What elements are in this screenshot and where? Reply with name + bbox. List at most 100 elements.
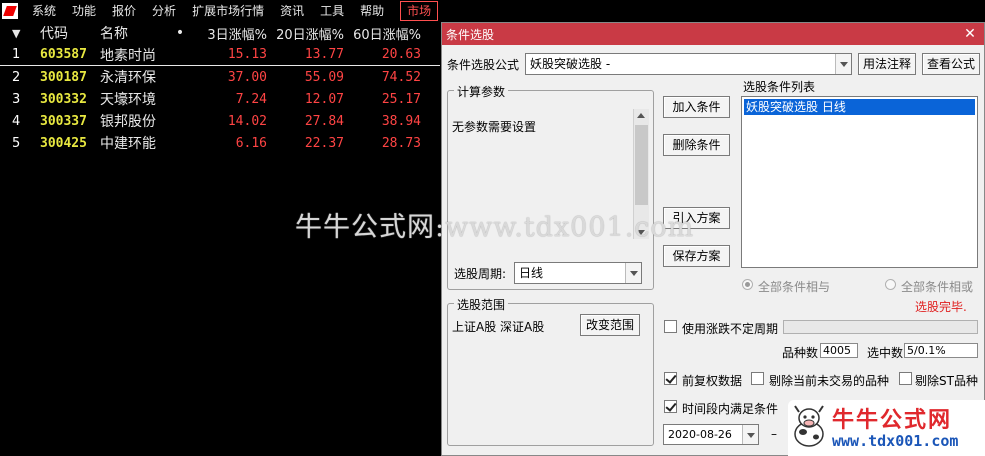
prerights-checkbox[interactable] bbox=[664, 372, 677, 385]
period-select-value: 日线 bbox=[519, 266, 544, 280]
dialog-titlebar[interactable]: 条件选股 ✕ bbox=[442, 23, 984, 45]
menu-news[interactable]: 资讯 bbox=[272, 0, 312, 22]
period-select[interactable]: 日线 bbox=[514, 262, 642, 284]
table-row[interactable]: 4 300337 银邦股份 14.02 27.84 38.94 bbox=[0, 110, 440, 132]
row-index: 3 bbox=[12, 91, 21, 107]
table-row[interactable]: 2 300187 永清环保 37.00 55.09 74.52 bbox=[0, 66, 440, 88]
menu-analysis[interactable]: 分析 bbox=[144, 0, 184, 22]
list-item[interactable]: 妖股突破选股 日线 bbox=[744, 99, 975, 115]
radio-all-and[interactable] bbox=[742, 279, 753, 290]
app-logo-icon bbox=[2, 3, 18, 19]
range-text: 上证A股 深证A股 bbox=[452, 320, 545, 334]
row-name: 永清环保 bbox=[100, 70, 156, 86]
condition-list[interactable]: 妖股突破选股 日线 bbox=[741, 96, 978, 268]
exclude-untraded-checkbox[interactable] bbox=[751, 372, 764, 385]
status-text: 选股完毕. bbox=[915, 300, 967, 314]
row-60day-change: 25.17 bbox=[381, 91, 421, 107]
table-header: ▼ 代码 名称 • 3日涨幅% 20日涨幅% 60日涨幅% bbox=[0, 22, 440, 44]
table-row[interactable]: 1 603587 地素时尚 15.13 13.77 20.63 bbox=[0, 44, 440, 66]
header-code[interactable]: 代码 bbox=[40, 23, 100, 43]
view-formula-button[interactable]: 查看公式 bbox=[922, 53, 980, 75]
menu-extended-market[interactable]: 扩展市场行情 bbox=[184, 0, 272, 22]
cow-mascot-icon bbox=[794, 405, 824, 447]
row-code: 300337 bbox=[40, 113, 87, 129]
menu-bar: 系统 功能 报价 分析 扩展市场行情 资讯 工具 帮助 市场 bbox=[0, 0, 985, 22]
count-value: 4005 bbox=[820, 343, 858, 358]
row-name: 天壕环境 bbox=[100, 92, 156, 108]
change-range-button[interactable]: 改变范围 bbox=[580, 314, 640, 336]
row-60day-change: 74.52 bbox=[381, 69, 421, 85]
scroll-thumb[interactable] bbox=[635, 125, 648, 205]
formula-label: 条件选股公式 bbox=[447, 58, 520, 72]
row-code: 300187 bbox=[40, 69, 87, 85]
menu-market[interactable]: 市场 bbox=[400, 1, 439, 21]
row-60day-change: 38.94 bbox=[381, 113, 421, 129]
menu-quote[interactable]: 报价 bbox=[104, 0, 144, 22]
watermark-logo-url: www.tdx001.com bbox=[832, 432, 959, 450]
row-3day-change: 6.16 bbox=[235, 135, 267, 151]
menu-tools[interactable]: 工具 bbox=[312, 0, 352, 22]
add-condition-button[interactable]: 加入条件 bbox=[663, 96, 730, 118]
header-60day-change[interactable]: 60日涨幅% bbox=[344, 24, 421, 43]
uncertain-period-label: 使用涨跌不定周期 bbox=[682, 322, 779, 336]
exclude-st-checkbox[interactable] bbox=[899, 372, 912, 385]
range-group: 选股范围 上证A股 深证A股 改变范围 bbox=[447, 296, 654, 446]
row-60day-change: 20.63 bbox=[381, 47, 421, 62]
row-index: 5 bbox=[12, 135, 21, 151]
table-row[interactable]: 3 300332 天壕环境 7.24 12.07 25.17 bbox=[0, 88, 440, 110]
watermark-logo-title: 牛牛公式网 bbox=[832, 408, 953, 433]
chevron-down-icon[interactable] bbox=[742, 425, 758, 444]
row-name: 中建环能 bbox=[100, 136, 156, 152]
row-3day-change: 7.24 bbox=[235, 91, 267, 107]
header-dot: • bbox=[175, 25, 185, 41]
row-20day-change: 12.07 bbox=[304, 91, 344, 107]
date-range-dash: – bbox=[771, 427, 777, 441]
radio-all-or[interactable] bbox=[885, 279, 896, 290]
delete-condition-button[interactable]: 删除条件 bbox=[663, 134, 730, 156]
row-code: 603587 bbox=[40, 47, 87, 62]
params-text: 无参数需要设置 bbox=[452, 120, 537, 134]
row-3day-change: 14.02 bbox=[227, 113, 267, 129]
table-row[interactable]: 5 300425 中建环能 6.16 22.37 28.73 bbox=[0, 132, 440, 154]
watermark-text: 牛牛公式网:www.tdx001.com bbox=[295, 212, 695, 243]
date-value: 2020-08-26 bbox=[668, 428, 732, 441]
exclude-st-label: 剔除ST品种 bbox=[915, 374, 978, 388]
formula-select[interactable]: 妖股突破选股 - bbox=[525, 53, 852, 75]
row-20day-change: 13.77 bbox=[304, 47, 344, 62]
row-code: 300332 bbox=[40, 91, 87, 107]
usage-note-button[interactable]: 用法注释 bbox=[858, 53, 916, 75]
condition-list-label: 选股条件列表 bbox=[743, 80, 816, 94]
row-index: 1 bbox=[12, 47, 21, 62]
close-icon[interactable]: ✕ bbox=[962, 26, 978, 42]
date-picker[interactable]: 2020-08-26 bbox=[663, 424, 759, 445]
row-code: 300425 bbox=[40, 135, 87, 151]
row-3day-change: 37.00 bbox=[227, 69, 267, 85]
row-20day-change: 22.37 bbox=[304, 135, 344, 151]
selected-value: 5/0.1% bbox=[904, 343, 978, 358]
menu-system[interactable]: 系统 bbox=[24, 0, 64, 22]
chevron-down-icon[interactable] bbox=[835, 54, 851, 74]
prerights-label: 前复权数据 bbox=[682, 374, 743, 388]
exclude-untraded-label: 剔除当前未交易的品种 bbox=[769, 374, 890, 388]
menu-function[interactable]: 功能 bbox=[64, 0, 104, 22]
header-20day-change[interactable]: 20日涨幅% bbox=[267, 24, 344, 43]
dialog-title: 条件选股 bbox=[446, 27, 495, 42]
period-satisfy-checkbox[interactable] bbox=[664, 400, 677, 413]
params-group-title: 计算参数 bbox=[454, 83, 509, 100]
row-3day-change: 15.13 bbox=[227, 47, 267, 62]
menu-help[interactable]: 帮助 bbox=[352, 0, 392, 22]
watermark-logo: 牛牛公式网 www.tdx001.com bbox=[788, 400, 985, 456]
uncertain-period-checkbox[interactable] bbox=[664, 320, 677, 333]
row-60day-change: 28.73 bbox=[381, 135, 421, 151]
save-plan-button[interactable]: 保存方案 bbox=[663, 245, 730, 267]
scroll-up-icon[interactable] bbox=[637, 113, 645, 118]
sort-down-icon[interactable]: ▼ bbox=[0, 27, 40, 40]
range-group-title: 选股范围 bbox=[454, 296, 509, 313]
progress-bar bbox=[783, 320, 978, 334]
radio-all-or-label: 全部条件相或 bbox=[901, 280, 974, 294]
chevron-down-icon[interactable] bbox=[625, 263, 641, 283]
row-20day-change: 27.84 bbox=[304, 113, 344, 129]
row-20day-change: 55.09 bbox=[304, 69, 344, 85]
header-3day-change[interactable]: 3日涨幅% bbox=[190, 24, 267, 43]
header-name[interactable]: 名称 bbox=[100, 23, 170, 43]
